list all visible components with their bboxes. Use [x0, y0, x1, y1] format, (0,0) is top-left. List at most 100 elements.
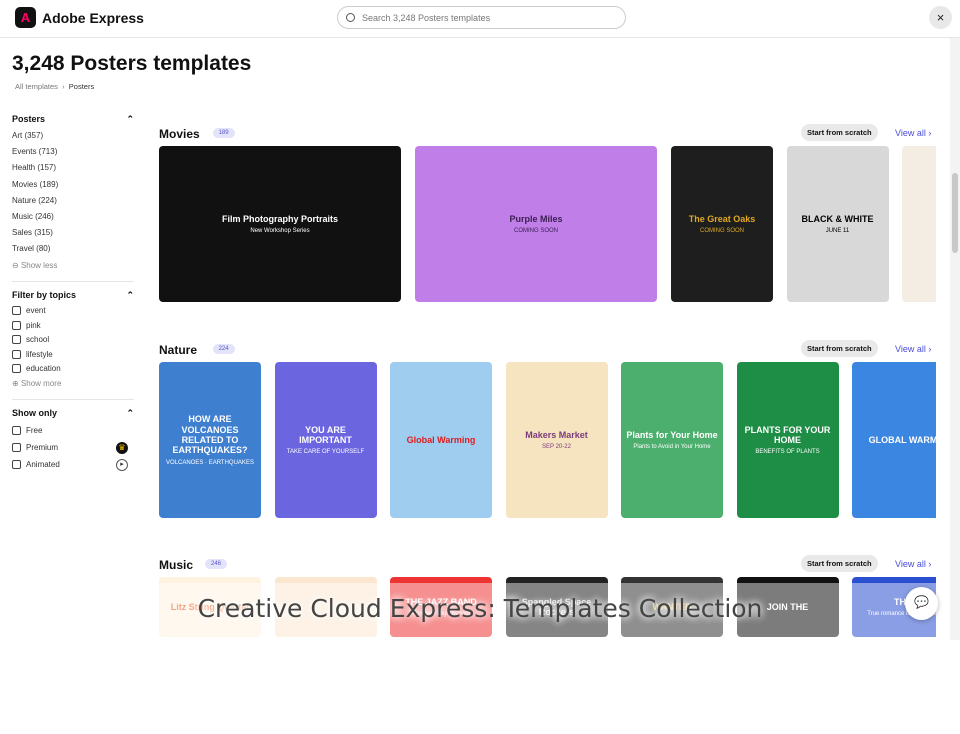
sidebar-category-link[interactable]: Nature (224)	[12, 193, 134, 209]
chevron-up-icon[interactable]: ⌃	[126, 408, 134, 419]
chat-icon: 💬	[914, 595, 929, 609]
section-count-badge: 246	[205, 559, 228, 569]
show-only-heading: Show only	[12, 408, 57, 418]
divider	[12, 280, 134, 282]
scrollbar[interactable]	[950, 38, 960, 640]
sidebar-category-link[interactable]: Music (246)	[12, 209, 134, 225]
template-card-subtitle: New Workshop Series	[250, 228, 310, 235]
checkbox-label: lifestyle	[26, 349, 53, 359]
template-card[interactable]: A S Fo	[902, 146, 936, 302]
topic-checkbox[interactable]: education	[12, 362, 134, 377]
template-card-title: Global Warming	[406, 434, 476, 445]
checkbox[interactable]	[12, 443, 21, 452]
top-bar: A Adobe Express Search 3,248 Posters tem…	[0, 0, 960, 38]
topic-checkbox[interactable]: pink	[12, 318, 134, 333]
show-only-checkbox[interactable]: Premium ♛	[12, 439, 134, 456]
template-carousel: HOW ARE VOLCANOES RELATED TO EARTHQUAKES…	[159, 362, 936, 519]
adobe-express-logo-icon[interactable]: A	[15, 7, 36, 28]
show-more-button[interactable]: ⊕ Show more	[12, 376, 134, 392]
topic-checkbox[interactable]: event	[12, 304, 134, 319]
template-card[interactable]: Global Warming	[390, 362, 492, 518]
template-card-title: PLANTS FOR YOUR HOME	[744, 424, 831, 445]
template-card[interactable]: PLANTS FOR YOUR HOME BENEFITS OF PLANTS	[736, 362, 839, 518]
close-button[interactable]: ×	[929, 6, 952, 29]
brand-name[interactable]: Adobe Express	[42, 10, 144, 26]
template-card-subtitle: BENEFITS OF PLANTS	[755, 449, 820, 456]
topics-filter-header[interactable]: Filter by topics ⌃	[12, 290, 134, 301]
template-card[interactable]: YOU ARE IMPORTANT TAKE CARE OF YOURSELF	[274, 362, 377, 518]
checkbox[interactable]	[12, 306, 21, 316]
checkbox[interactable]	[12, 460, 21, 469]
posters-filter-header[interactable]: Posters ⌃	[12, 114, 134, 125]
show-less-button[interactable]: ⊖ Show less	[12, 258, 134, 274]
template-card[interactable]: HOW ARE VOLCANOES RELATED TO EARTHQUAKES…	[159, 362, 261, 518]
checkbox[interactable]	[12, 320, 21, 330]
section-title[interactable]: Music	[159, 558, 193, 572]
checkbox-label: Animated	[26, 460, 60, 469]
show-more-label: Show more	[20, 379, 62, 388]
section-count-badge: 189	[212, 128, 235, 138]
template-card-subtitle: COMING SOON	[513, 228, 558, 235]
template-card-subtitle: COMING SOON	[699, 228, 744, 235]
template-card-subtitle: TAKE CARE OF YOURSELF	[286, 449, 365, 456]
template-card[interactable]: GLOBAL WARM	[852, 362, 936, 518]
template-card[interactable]: Purple Miles COMING SOON	[415, 146, 657, 302]
checkbox[interactable]	[12, 335, 21, 345]
posters-heading: Posters	[12, 114, 46, 124]
view-all-link[interactable]: View all ›	[895, 559, 931, 569]
start-from-scratch-button[interactable]: Start from scratch	[801, 124, 878, 141]
template-card[interactable]: Film Photography Portraits New Workshop S…	[159, 146, 401, 302]
search-icon	[346, 13, 355, 22]
sidebar-category-link[interactable]: Travel (80)	[12, 241, 134, 257]
section-title[interactable]: Nature	[159, 343, 197, 357]
view-all-link[interactable]: View all ›	[895, 344, 931, 354]
template-card-title: Makers Market	[525, 429, 588, 440]
start-from-scratch-button[interactable]: Start from scratch	[801, 340, 878, 357]
topic-checkbox[interactable]: school	[12, 333, 134, 348]
divider	[12, 399, 134, 400]
checkbox[interactable]	[12, 349, 21, 359]
sidebar-category-link[interactable]: Movies (189)	[12, 177, 134, 193]
checkbox[interactable]	[12, 426, 21, 435]
template-card-title: Plants for Your Home	[626, 429, 718, 440]
filter-sidebar: Posters ⌃ Art (357) Events (713) Health (15…	[12, 114, 134, 473]
chat-feedback-button[interactable]: 💬	[905, 587, 938, 620]
template-card-subtitle: Plants to Avoid in Your Home	[633, 444, 711, 451]
show-only-checkbox[interactable]: Animated ▸	[12, 456, 134, 473]
topic-checkbox[interactable]: lifestyle	[12, 347, 134, 362]
section-count-badge: 224	[212, 344, 235, 354]
search-input[interactable]: Search 3,248 Posters templates	[337, 6, 626, 29]
checkbox-label: Premium	[26, 443, 59, 452]
template-card-title: YOU ARE IMPORTANT	[299, 424, 352, 445]
sidebar-category-link[interactable]: Events (713)	[12, 144, 134, 160]
sidebar-category-link[interactable]: Sales (315)	[12, 225, 134, 241]
chevron-up-icon[interactable]: ⌃	[126, 290, 134, 301]
sidebar-category-link[interactable]: Art (357)	[12, 128, 134, 144]
page-title: 3,248 Posters templates	[12, 52, 252, 75]
show-only-header[interactable]: Show only ⌃	[12, 408, 134, 419]
template-card[interactable]: Plants for Your Home Plants to Avoid in Y…	[621, 362, 723, 518]
template-carousel: Film Photography Portraits New Workshop S…	[159, 146, 936, 303]
topics-heading: Filter by topics	[12, 289, 77, 300]
checkbox-label: school	[26, 335, 50, 345]
show-only-checkbox[interactable]: Free	[12, 422, 134, 439]
checkbox-label: Free	[26, 426, 43, 435]
breadcrumb-posters: Posters	[68, 82, 95, 91]
template-card-title: Purple Miles	[509, 213, 563, 224]
section-title[interactable]: Movies	[159, 127, 200, 141]
chevron-up-icon[interactable]: ⌃	[126, 114, 134, 125]
template-card-subtitle: JUNE 11	[825, 228, 850, 235]
breadcrumb: All templates › Posters	[15, 82, 95, 91]
template-card[interactable]: BLACK & WHITE JUNE 11	[786, 146, 889, 302]
template-card[interactable]: The Great Oaks COMING SOON	[671, 146, 773, 302]
animated-play-icon: ▸	[116, 458, 128, 471]
sidebar-category-link[interactable]: Health (157)	[12, 160, 134, 176]
scrollbar-thumb[interactable]	[952, 173, 958, 253]
view-all-link[interactable]: View all ›	[895, 128, 931, 138]
template-card-title: GLOBAL WARM	[868, 434, 936, 445]
checkbox[interactable]	[12, 364, 21, 374]
breadcrumb-all-templates[interactable]: All templates	[15, 82, 58, 91]
template-card-title: BLACK & WHITE	[801, 213, 874, 224]
start-from-scratch-button[interactable]: Start from scratch	[801, 555, 878, 572]
template-card[interactable]: Makers Market SEP 20-22	[505, 362, 608, 518]
